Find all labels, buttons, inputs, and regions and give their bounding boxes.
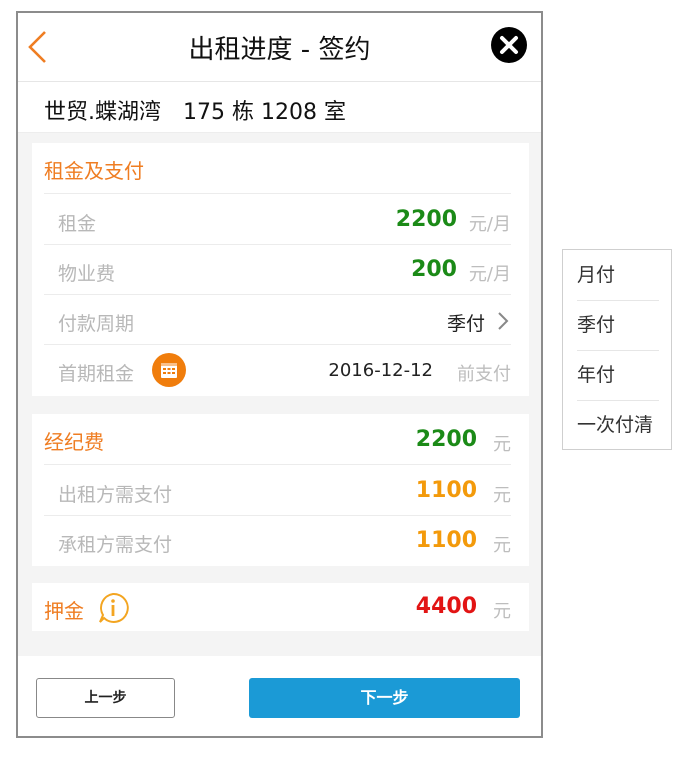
- landlord-fee-label: 出租方需支付: [58, 484, 173, 506]
- property-address: 世贸.蝶湖湾 175 栋 1208 室: [18, 82, 541, 133]
- landlord-fee-value[interactable]: 1100: [416, 478, 477, 503]
- deposit-unit: 元: [493, 601, 511, 622]
- footer: 上一步 下一步: [18, 657, 541, 736]
- landlord-fee-row: 出租方需支付 1100 元: [44, 465, 511, 516]
- landlord-fee-unit: 元: [493, 485, 511, 506]
- agency-fee-unit: 元: [493, 434, 511, 455]
- calendar-icon[interactable]: [152, 353, 186, 387]
- close-icon[interactable]: [491, 27, 527, 63]
- rent-value[interactable]: 2200: [396, 207, 457, 232]
- dropdown-option-quarterly[interactable]: 季付: [577, 300, 659, 351]
- property-fee-label: 物业费: [58, 263, 116, 285]
- property-fee-value[interactable]: 200: [411, 257, 457, 282]
- deposit-card: 押金 4400 元: [32, 583, 529, 631]
- rent-row: 租金 2200 元/月: [44, 194, 511, 245]
- header: 出租进度 - 签约: [18, 13, 541, 82]
- next-step-button[interactable]: 下一步: [249, 678, 520, 718]
- tenant-fee-unit: 元: [493, 535, 511, 556]
- deposit-value[interactable]: 4400: [416, 594, 477, 619]
- chevron-right-icon[interactable]: [497, 311, 509, 331]
- info-icon[interactable]: [96, 591, 130, 625]
- agency-fee-value: 2200: [415, 427, 477, 452]
- dropdown-option-monthly[interactable]: 月付: [577, 250, 659, 301]
- dropdown-option-yearly[interactable]: 年付: [577, 350, 659, 401]
- payment-cycle-row[interactable]: 付款周期 季付: [44, 294, 511, 345]
- address-text: 世贸.蝶湖湾 175 栋 1208 室: [44, 100, 346, 125]
- payment-cycle-label: 付款周期: [58, 313, 135, 335]
- rent-section-title: 租金及支付: [44, 159, 144, 183]
- rent-unit: 元/月: [468, 214, 511, 235]
- page-title: 出租进度 - 签约: [188, 35, 371, 65]
- phone-frame: 出租进度 - 签约 世贸.蝶湖湾 175 栋 1208 室 租金及支付 租金 2…: [16, 11, 543, 738]
- first-rent-suffix: 前支付: [457, 364, 511, 385]
- prev-step-button[interactable]: 上一步: [36, 678, 175, 718]
- rent-label: 租金: [58, 213, 97, 235]
- property-fee-unit: 元/月: [468, 264, 511, 285]
- first-rent-label: 首期租金: [58, 363, 135, 385]
- agency-fee-header: 经纪费 2200 元: [44, 414, 511, 465]
- payment-cycle-value[interactable]: 季付: [447, 309, 485, 336]
- first-rent-date[interactable]: 2016-12-12: [328, 360, 433, 381]
- dropdown-option-one-time[interactable]: 一次付清: [577, 400, 659, 450]
- rent-section-header: 租金及支付: [44, 143, 511, 194]
- property-fee-row: 物业费 200 元/月: [44, 244, 511, 295]
- first-rent-row: 首期租金 2016-12-12 前支付: [44, 344, 511, 394]
- tenant-fee-label: 承租方需支付: [58, 534, 173, 556]
- deposit-title: 押金: [44, 599, 84, 623]
- tenant-fee-row: 承租方需支付 1100 元: [44, 515, 511, 565]
- content-area: 租金及支付 租金 2200 元/月 物业费 200 元/月 付款周期 季付 首期…: [18, 133, 541, 656]
- tenant-fee-value[interactable]: 1100: [416, 528, 477, 553]
- deposit-row: 押金 4400 元: [44, 583, 511, 631]
- agency-fee-title: 经纪费: [44, 430, 104, 454]
- payment-cycle-dropdown: 月付 季付 年付 一次付清: [562, 249, 672, 450]
- agency-fee-card: 经纪费 2200 元 出租方需支付 1100 元 承租方需支付 1100 元: [32, 414, 529, 566]
- rent-card: 租金及支付 租金 2200 元/月 物业费 200 元/月 付款周期 季付 首期…: [32, 143, 529, 396]
